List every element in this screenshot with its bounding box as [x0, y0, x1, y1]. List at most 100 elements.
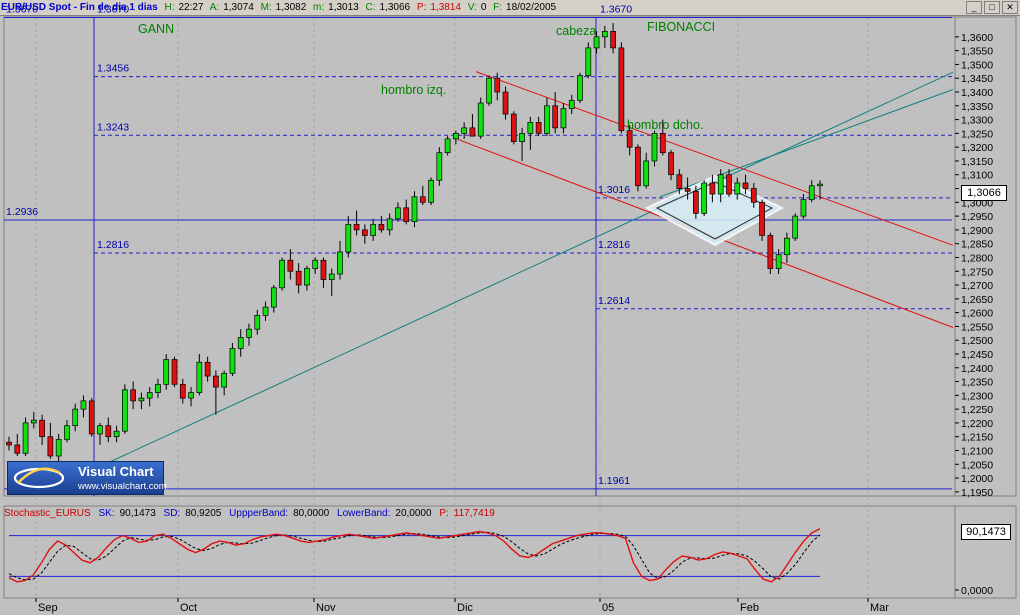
chart-annotation: cabeza — [556, 24, 596, 38]
y-tick-label: 1,2350 — [961, 377, 993, 389]
y-tick-label: 1,3350 — [961, 101, 993, 113]
candle-body — [411, 196, 418, 222]
x-tick-label: Mar — [870, 602, 889, 614]
candle-body — [734, 182, 741, 195]
stochastic-panel — [3, 505, 956, 599]
candle-body — [204, 361, 211, 377]
candle-body — [717, 174, 724, 195]
y-tick-label: 1,2300 — [961, 390, 993, 402]
candle-body — [486, 77, 492, 104]
candle-body — [370, 224, 376, 236]
candle-body — [701, 182, 707, 214]
y-tick-label: 1,3550 — [961, 46, 993, 58]
level-label: 1.3670 — [97, 4, 129, 16]
y-tick-label: 1,2650 — [961, 294, 993, 306]
logo-title: Visual Chart — [78, 464, 154, 479]
x-tick-label: Sep — [38, 602, 58, 614]
candle-body — [328, 273, 335, 280]
lower-band-label: LowerBand: — [337, 508, 391, 519]
candle-body — [544, 105, 550, 134]
candle-body — [750, 188, 757, 203]
sd-value: 80,9205 — [185, 508, 222, 519]
candle-body — [237, 337, 244, 349]
candle-body — [22, 422, 29, 454]
candle-body — [155, 383, 161, 393]
y-tick-label: 1,3500 — [961, 59, 993, 71]
candle-body — [817, 183, 823, 187]
candle-body — [353, 224, 360, 231]
candle-body — [97, 425, 103, 435]
candle-body — [494, 77, 501, 93]
stochastic-p-value: 117,7419 — [453, 508, 495, 519]
x-tick-label: 05 — [602, 602, 614, 614]
y-tick-label: 1,1950 — [961, 487, 993, 499]
x-tick-label: Nov — [316, 602, 336, 614]
candle-body — [122, 389, 128, 432]
candle-body — [130, 389, 136, 402]
y-tick-label: 1,3300 — [961, 115, 993, 127]
candle-body — [419, 196, 426, 203]
candle-body — [626, 130, 633, 148]
y-tick-label: 1,2850 — [961, 239, 993, 251]
candle-body — [229, 348, 236, 374]
candle-body — [304, 268, 310, 286]
candle-body — [535, 121, 542, 134]
candle-body — [577, 75, 583, 101]
y-tick-label: 1,3400 — [961, 87, 993, 99]
candle-body — [552, 105, 559, 129]
y-tick-label: 1,2200 — [961, 418, 993, 430]
candle-body — [610, 30, 616, 49]
candle-body — [676, 174, 683, 189]
y-tick-label: 1,3600 — [961, 32, 993, 44]
candle-body — [64, 425, 70, 440]
candle-body — [477, 102, 484, 137]
candle-body — [14, 444, 21, 454]
sk-value: 90,1473 — [119, 508, 156, 519]
level-label: 1.2816 — [598, 239, 630, 251]
y-tick-label: 1,3200 — [961, 142, 993, 154]
candle-body — [635, 146, 641, 187]
candle-body — [254, 315, 261, 330]
upper-band-label: UppperBand: — [229, 508, 289, 519]
candle-body — [800, 199, 807, 217]
candle-body — [461, 127, 468, 134]
y-tick-label: 1,2950 — [961, 211, 993, 223]
chart-annotation: hombro dcho. — [627, 118, 703, 132]
level-label: 1.1961 — [598, 475, 630, 487]
chart-annotation: FIBONACCI — [647, 20, 715, 34]
level-label: 1.2816 — [97, 239, 129, 251]
candle-body — [295, 270, 302, 286]
y-tick-label: 1,2000 — [961, 473, 993, 485]
candle-body — [527, 121, 534, 134]
candle-body — [585, 47, 592, 76]
candle-body — [30, 419, 37, 424]
stochastic-y-tick-label: 0,0000 — [961, 585, 993, 597]
candle-body — [659, 133, 666, 154]
candle-body — [80, 400, 87, 410]
level-label: 1.3670 — [600, 4, 632, 16]
level-label: 1.2614 — [598, 295, 630, 307]
candle-body — [395, 207, 401, 220]
candle-body — [668, 152, 674, 176]
candle-body — [196, 361, 203, 393]
candle-body — [709, 182, 716, 195]
lower-band-value: 20,0000 — [395, 508, 432, 519]
y-tick-label: 1,3250 — [961, 128, 993, 140]
y-tick-label: 1,2250 — [961, 404, 993, 416]
y-tick-label: 1,3150 — [961, 156, 993, 168]
chart-annotation: GANN — [138, 22, 174, 36]
candle-body — [361, 229, 368, 236]
candle-body — [378, 224, 385, 231]
candle-body — [171, 359, 178, 385]
candle-body — [188, 392, 194, 399]
candle-body — [88, 400, 95, 435]
candle-body — [337, 251, 343, 275]
y-tick-label: 1,2600 — [961, 308, 993, 320]
price-chart[interactable]: Sep Oct Nov Dic 05 Feb Mar 1,3600 1,35501,3500 1,… — [0, 0, 1020, 615]
level-label: 1.3243 — [97, 121, 129, 133]
candle-body — [146, 392, 153, 399]
visualchart-logo: Visual Chart www.visualchart.com — [7, 461, 167, 495]
candle-body — [138, 397, 145, 402]
stochastic-last-box: 90,1473 — [961, 524, 1011, 540]
candle-body — [560, 108, 567, 129]
